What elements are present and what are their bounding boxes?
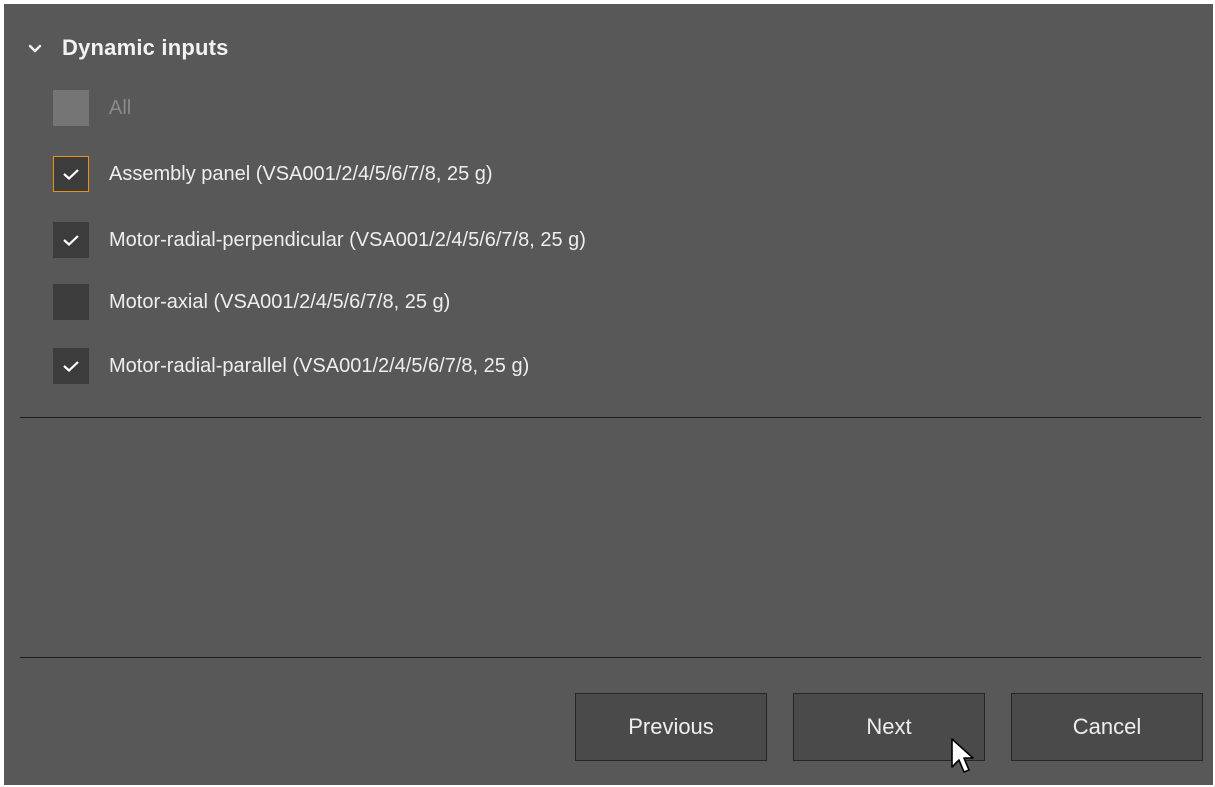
wizard-panel: Dynamic inputs All Assembly panel (VSA00…: [4, 4, 1213, 785]
option-motor-axial[interactable]: Motor-axial (VSA001/2/4/5/6/7/8, 25 g): [53, 284, 953, 320]
dynamic-inputs-section-header[interactable]: Dynamic inputs: [26, 32, 229, 64]
option-assembly-panel[interactable]: Assembly panel (VSA001/2/4/5/6/7/8, 25 g…: [53, 156, 953, 192]
checkbox-all[interactable]: [53, 90, 89, 126]
next-button[interactable]: Next: [793, 693, 985, 761]
footer-divider: [20, 657, 1201, 658]
chevron-down-icon[interactable]: [26, 39, 44, 57]
checkbox-motor-radial-parallel[interactable]: [53, 348, 89, 384]
option-label: Assembly panel (VSA001/2/4/5/6/7/8, 25 g…: [109, 162, 493, 185]
option-label: All: [109, 96, 132, 119]
option-motor-radial-parallel[interactable]: Motor-radial-parallel (VSA001/2/4/5/6/7/…: [53, 348, 953, 384]
checkmark-icon: [63, 169, 79, 180]
option-label: Motor-radial-perpendicular (VSA001/2/4/5…: [109, 228, 586, 251]
option-label: Motor-radial-parallel (VSA001/2/4/5/6/7/…: [109, 354, 530, 377]
previous-button[interactable]: Previous: [575, 693, 767, 761]
checkbox-assembly-panel[interactable]: [53, 156, 89, 192]
section-divider: [20, 417, 1201, 418]
cancel-button[interactable]: Cancel: [1011, 693, 1203, 761]
checkmark-icon: [63, 235, 79, 246]
option-all[interactable]: All: [53, 90, 953, 126]
option-motor-radial-perpendicular[interactable]: Motor-radial-perpendicular (VSA001/2/4/5…: [53, 222, 953, 258]
checkmark-icon: [63, 361, 79, 372]
section-title: Dynamic inputs: [62, 35, 229, 60]
checkbox-motor-axial[interactable]: [53, 284, 89, 320]
option-label: Motor-axial (VSA001/2/4/5/6/7/8, 25 g): [109, 290, 451, 313]
checkbox-motor-radial-perpendicular[interactable]: [53, 222, 89, 258]
